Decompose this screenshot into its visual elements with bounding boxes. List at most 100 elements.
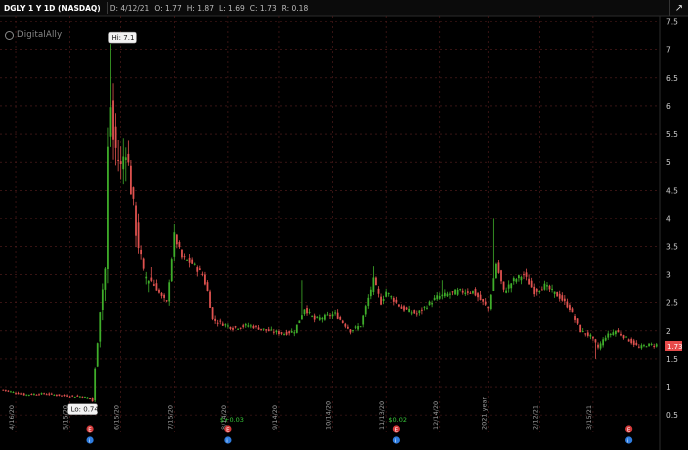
candle-body xyxy=(45,394,48,396)
high-value: H: 1.87 xyxy=(186,3,214,13)
candle-body xyxy=(306,308,308,314)
x-tick-label: 2/12/21 xyxy=(531,405,539,430)
candle-body xyxy=(71,395,74,397)
y-tick-label: 5 xyxy=(666,158,671,167)
candle-body xyxy=(313,315,316,320)
candle-body xyxy=(265,329,268,331)
y-tick-label: 3.5 xyxy=(666,242,678,251)
watermark-logo: DigitalAlly xyxy=(5,30,62,40)
candle-body xyxy=(272,331,275,333)
candle-body xyxy=(441,294,444,297)
candle-body xyxy=(369,289,372,297)
y-tick-label: 2.5 xyxy=(666,299,678,308)
candle-body xyxy=(625,336,627,338)
candle-body xyxy=(540,289,543,291)
candle-body xyxy=(403,306,405,311)
event-marker-1[interactable]: Ei xyxy=(86,425,94,445)
candle-body xyxy=(622,335,625,339)
candle-body xyxy=(290,330,293,333)
candle-body xyxy=(170,259,173,282)
y-tick-label: 4.5 xyxy=(666,186,678,195)
event-marker-3[interactable]: Ei xyxy=(392,425,400,445)
candle-body xyxy=(433,297,436,301)
candle-body xyxy=(592,336,594,339)
y-tick-label: 4 xyxy=(666,214,671,223)
candle-body xyxy=(645,346,648,348)
dividend-label: $0.02 xyxy=(388,416,407,424)
y-tick-label: 3 xyxy=(666,271,671,280)
x-tick-label: 11/13/20 xyxy=(378,401,386,430)
candle-body xyxy=(20,393,23,395)
candle-body xyxy=(270,329,273,331)
candle-body xyxy=(630,338,633,344)
candle-body xyxy=(382,299,385,301)
event-marker-4[interactable]: Ei xyxy=(625,425,633,445)
candle-body xyxy=(232,327,234,330)
candle-body xyxy=(206,282,209,292)
candle-body xyxy=(334,312,336,314)
candle-body xyxy=(33,394,35,396)
expand-icon[interactable]: ↗ xyxy=(669,0,688,16)
candle-body xyxy=(275,330,278,333)
candle-body xyxy=(438,296,441,299)
y-tick-label: 6 xyxy=(666,102,671,111)
candle-body xyxy=(91,397,94,402)
candle-body xyxy=(489,294,492,310)
symbol-label[interactable]: DGLY 1 Y 1D (NASDAQ) xyxy=(0,4,105,13)
candle-body xyxy=(114,126,117,148)
candle-body xyxy=(324,314,326,320)
candle-body xyxy=(436,295,439,300)
candle-body xyxy=(301,315,303,320)
candle-body xyxy=(10,391,12,393)
candle-body xyxy=(331,314,334,317)
candle-body xyxy=(426,307,428,309)
candle-body xyxy=(459,289,462,291)
candle-body xyxy=(640,345,643,349)
candle-body xyxy=(104,268,107,290)
candle-body xyxy=(650,343,653,345)
candle-body xyxy=(392,298,395,302)
candle-body xyxy=(107,146,109,270)
candle-body xyxy=(66,395,68,397)
candle-body xyxy=(648,343,650,347)
candle-body xyxy=(293,332,296,334)
candle-body xyxy=(55,395,58,397)
candle-body xyxy=(604,337,607,341)
candle-body xyxy=(160,292,163,296)
candle-body xyxy=(242,325,245,327)
candle-body xyxy=(420,309,423,311)
candle-body xyxy=(326,314,329,316)
candle-body xyxy=(530,280,533,288)
event-marker-2[interactable]: Ei xyxy=(224,425,232,445)
candle-body xyxy=(395,299,398,303)
candle-body xyxy=(423,306,426,308)
candle-body xyxy=(510,283,513,289)
price-chart[interactable]: 0.5 1 1.5 2 2.5 3 3.5 4 4.5 5 5.5 6 6.5 7 7.5 4/16/20 5… xyxy=(0,0,688,450)
candle-body xyxy=(35,394,38,396)
x-tick-label: 2021 year xyxy=(480,397,488,430)
candle-body xyxy=(84,396,86,398)
candle-body xyxy=(543,283,546,290)
candle-body xyxy=(298,320,301,324)
candle-body xyxy=(385,291,388,297)
candle-body xyxy=(112,100,114,140)
candle-body xyxy=(295,324,298,333)
candle-body xyxy=(165,300,168,302)
candle-body xyxy=(283,334,285,336)
candle-body xyxy=(219,320,222,322)
y-tick-label: 6.5 xyxy=(666,74,678,83)
candle-body xyxy=(599,343,602,349)
candle-body xyxy=(262,328,265,330)
candle-body xyxy=(454,289,456,295)
candle-body xyxy=(464,292,467,294)
candle-body xyxy=(81,396,84,398)
y-tick-label: 5.5 xyxy=(666,130,678,139)
candle-body xyxy=(551,288,553,290)
candle-body xyxy=(428,301,431,306)
candle-body xyxy=(637,346,640,348)
y-tick-label: 7.5 xyxy=(666,18,678,27)
candle-body xyxy=(632,340,635,345)
candle-body xyxy=(127,153,130,163)
candle-body xyxy=(655,344,658,347)
candle-body xyxy=(415,313,418,315)
